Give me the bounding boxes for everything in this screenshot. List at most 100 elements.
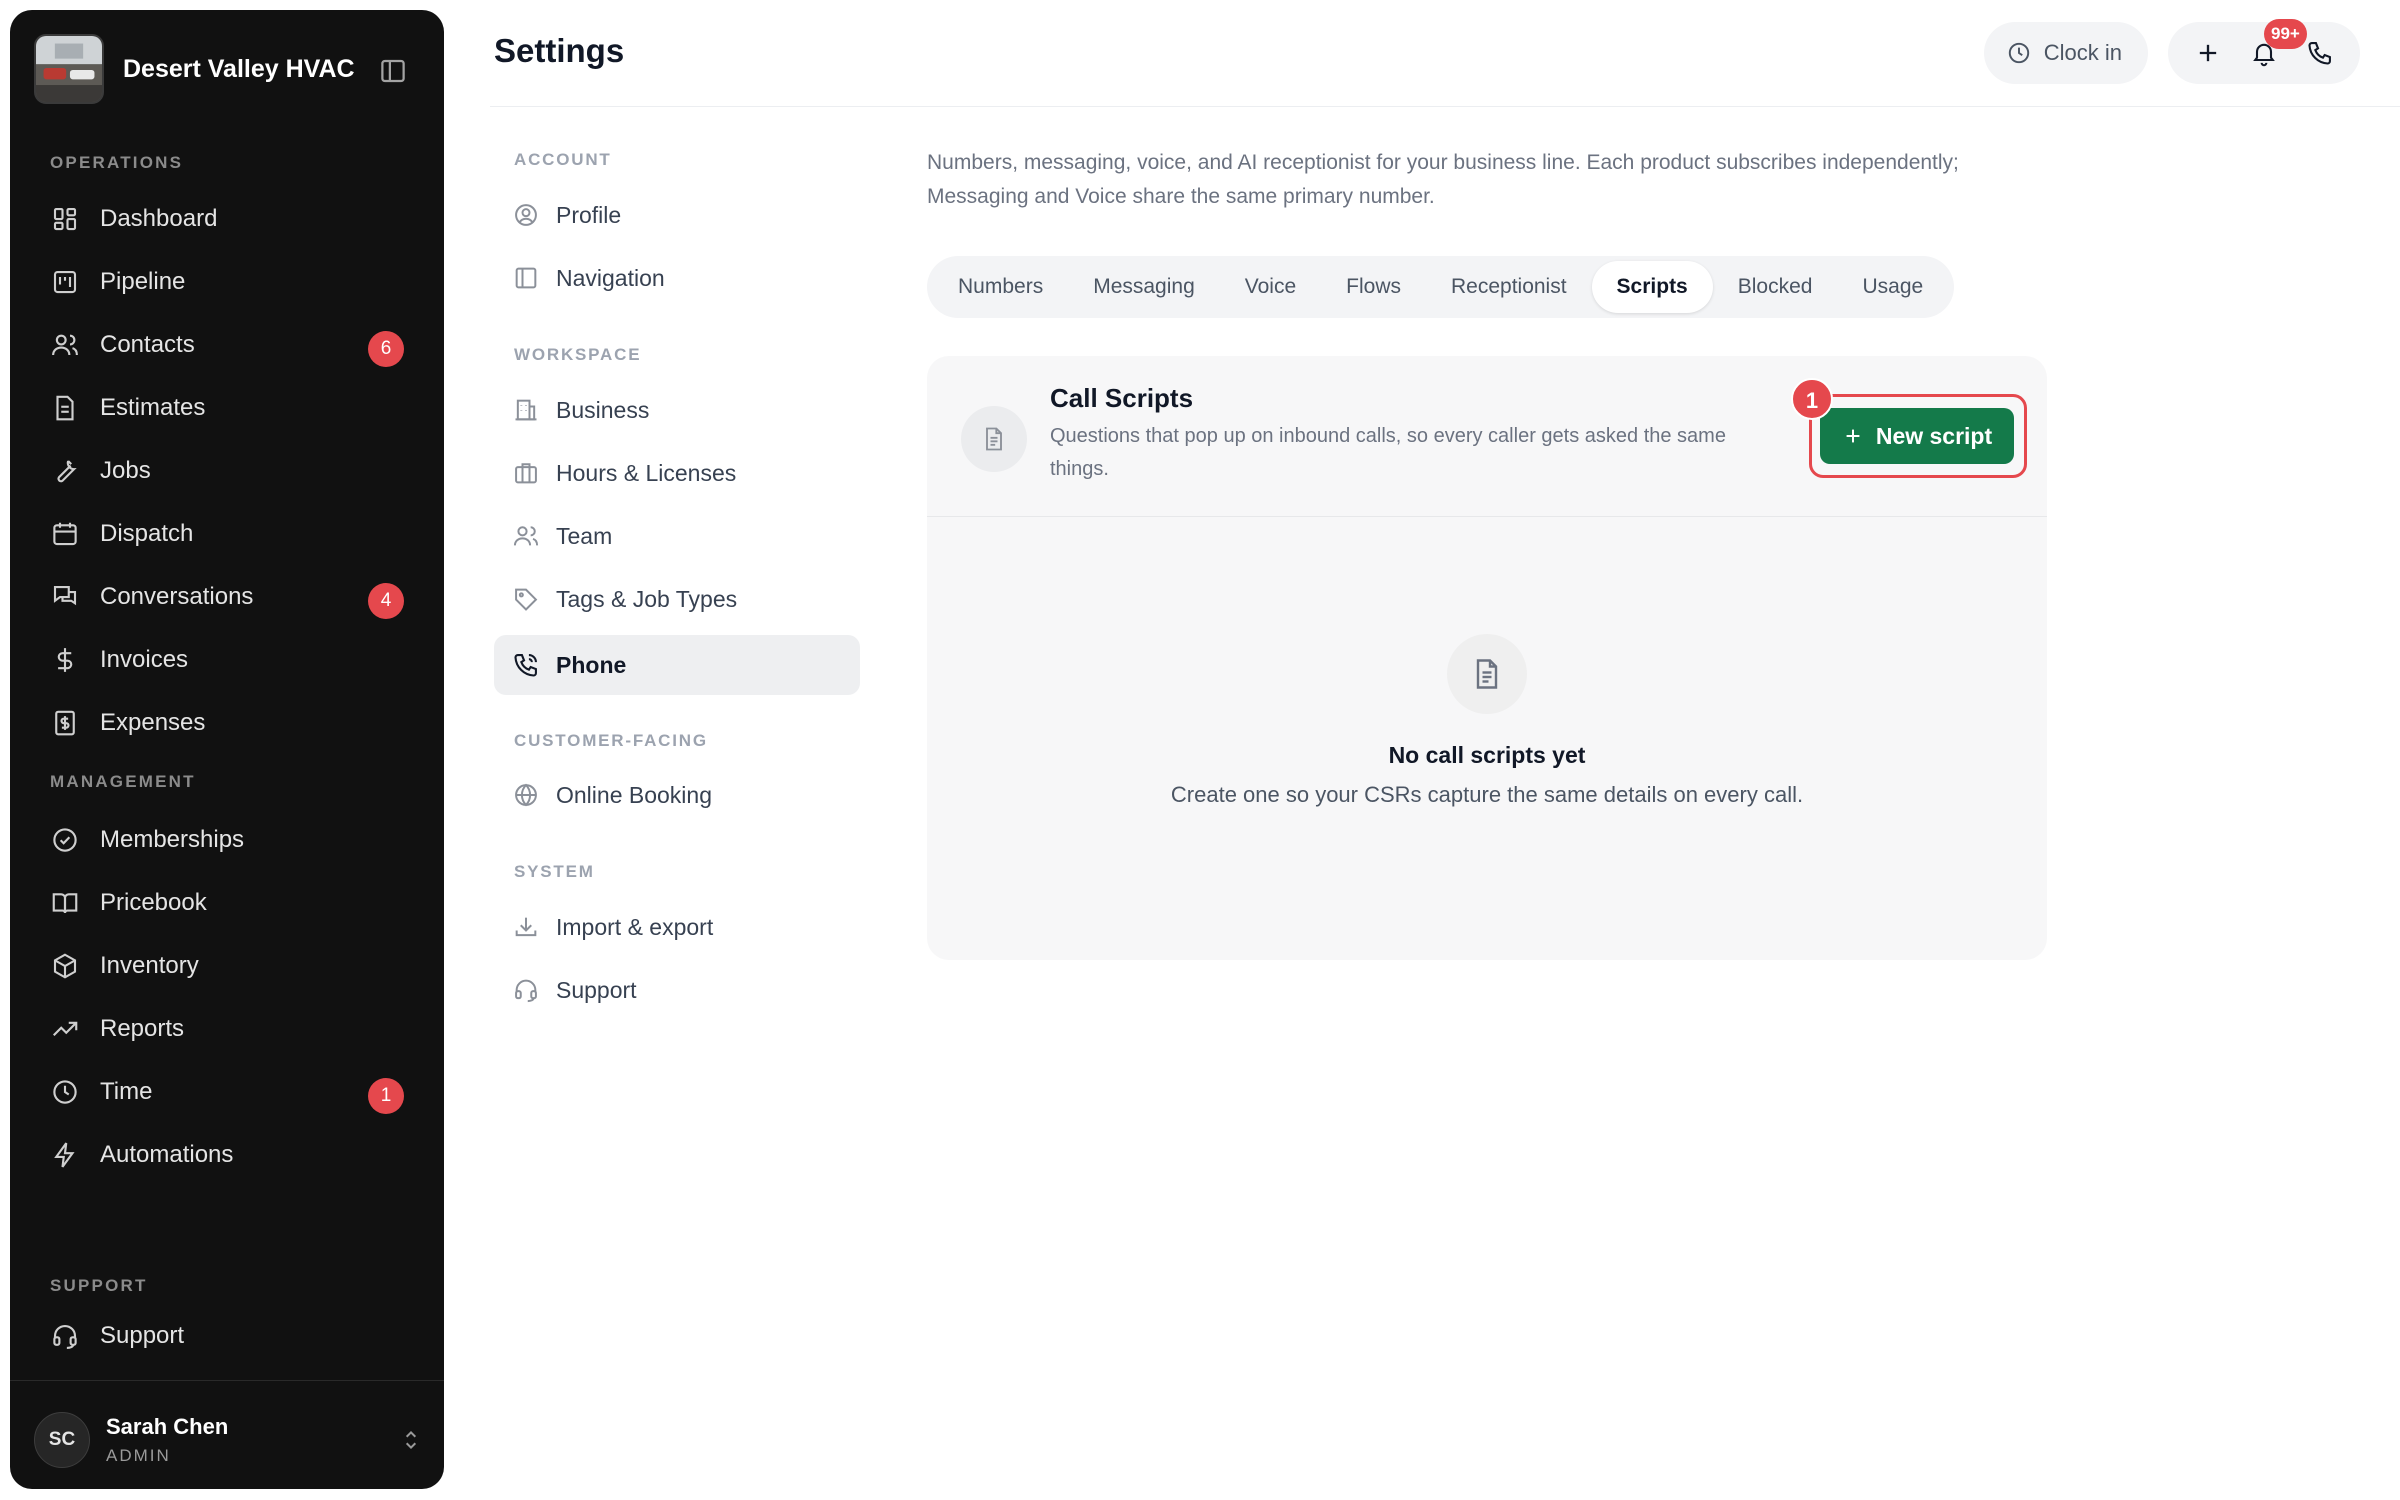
card-title: Call Scripts [1050, 383, 1194, 413]
settings-item-phone[interactable]: Phone [494, 635, 860, 695]
nav-label: Time [100, 1078, 153, 1105]
clock-in-label: Clock in [2043, 40, 2122, 65]
phone-icon [512, 651, 540, 679]
settings-item-tags-job-types[interactable]: Tags & Job Types [494, 569, 860, 629]
nav-item-dispatch[interactable]: Dispatch [40, 507, 420, 561]
clock-icon [2006, 40, 2032, 66]
tab-usage[interactable]: Usage [1837, 261, 1948, 313]
nav-item-dashboard[interactable]: Dashboard [40, 192, 420, 246]
bolt-icon [50, 1140, 80, 1170]
nav-item-automations[interactable]: Automations [40, 1128, 420, 1182]
nav-label: Dashboard [100, 205, 218, 232]
phone-icon [2306, 39, 2334, 67]
header-divider [490, 106, 2400, 107]
phone-settings-intro: Numbers, messaging, voice, and AI recept… [927, 151, 1959, 208]
nav-label: Conversations [100, 583, 254, 610]
settings-item-label: Support [556, 976, 637, 1003]
chat-icon [50, 582, 80, 612]
conversations-count-badge: 4 [368, 583, 404, 619]
tab-numbers[interactable]: Numbers [933, 261, 1068, 313]
nav-item-pricebook[interactable]: Pricebook [40, 876, 420, 930]
calendar-icon [50, 519, 80, 549]
document-icon [50, 393, 80, 423]
settings-item-navigation[interactable]: Navigation [494, 248, 860, 308]
settings-section-customer-facing: CUSTOMER-FACING [514, 731, 708, 750]
settings-item-business[interactable]: Business [494, 380, 860, 440]
section-label-operations: OPERATIONS [50, 153, 184, 172]
sidebar-toggle-icon[interactable] [378, 56, 408, 86]
tab-voice[interactable]: Voice [1220, 261, 1321, 313]
trend-icon [50, 1014, 80, 1044]
phone-button[interactable] [2292, 25, 2348, 81]
card-description: Questions that pop up on inbound calls, … [1050, 425, 1726, 480]
new-script-label: New script [1875, 422, 1993, 449]
new-script-button[interactable]: New script [1820, 408, 2014, 464]
empty-state-title: No call scripts yet [1388, 742, 1586, 768]
nav-item-invoices[interactable]: Invoices [40, 633, 420, 687]
box-icon [50, 951, 80, 981]
pipeline-icon [50, 267, 80, 297]
nav-item-expenses[interactable]: Expenses [40, 696, 420, 750]
nav-label: Invoices [100, 646, 189, 673]
user-menu[interactable]: SC Sarah Chen ADMIN [34, 1410, 424, 1470]
book-icon [50, 888, 80, 918]
badge-check-icon [50, 825, 80, 855]
nav-item-support[interactable]: Support [40, 1309, 420, 1363]
settings-section-workspace: WORKSPACE [514, 345, 642, 364]
nav-item-contacts[interactable]: Contacts 6 [40, 318, 420, 372]
sidebar-divider [10, 1380, 444, 1381]
empty-state-description: Create one so your CSRs capture the same… [1170, 782, 1804, 807]
settings-item-profile[interactable]: Profile [494, 185, 860, 245]
settings-item-hours-licenses[interactable]: Hours & Licenses [494, 443, 860, 503]
building-icon [512, 396, 540, 424]
plus-icon [2194, 39, 2222, 67]
nav-item-conversations[interactable]: Conversations 4 [40, 570, 420, 624]
time-count-badge: 1 [368, 1078, 404, 1114]
settings-item-label: Hours & Licenses [556, 459, 737, 486]
avatar: SC [34, 1412, 90, 1468]
tab-flows[interactable]: Flows [1321, 261, 1426, 313]
settings-item-label: Tags & Job Types [556, 585, 738, 612]
settings-item-team[interactable]: Team [494, 506, 860, 566]
users-icon [512, 522, 540, 550]
settings-item-support[interactable]: Support [494, 960, 860, 1020]
nav-item-memberships[interactable]: Memberships [40, 813, 420, 867]
nav-label: Dispatch [100, 520, 194, 547]
settings-section-system: SYSTEM [514, 862, 595, 881]
settings-item-label: Team [556, 522, 613, 549]
clock-in-button[interactable]: Clock in [1983, 22, 2148, 84]
chevron-up-down-icon[interactable] [398, 1426, 424, 1454]
brand[interactable]: Desert Valley HVAC [34, 34, 420, 104]
nav-label: Reports [100, 1015, 185, 1042]
settings-item-label: Navigation [556, 264, 665, 291]
settings-item-label: Import & export [556, 913, 714, 940]
settings-item-label: Online Booking [556, 781, 712, 808]
settings-item-label: Profile [556, 201, 622, 228]
nav-item-estimates[interactable]: Estimates [40, 381, 420, 435]
app-sidebar: Desert Valley HVAC OPERATIONS Dashboard … [10, 10, 444, 1489]
contacts-count-badge: 6 [368, 331, 404, 367]
nav-item-time[interactable]: Time 1 [40, 1065, 420, 1119]
nav-label: Inventory [100, 952, 199, 979]
download-icon [512, 913, 540, 941]
notifications-button[interactable]: 99+ [2236, 19, 2307, 81]
clock-icon [50, 1077, 80, 1107]
nav-item-jobs[interactable]: Jobs [40, 444, 420, 498]
nav-label: Expenses [100, 709, 206, 736]
tab-blocked[interactable]: Blocked [1713, 261, 1838, 313]
tab-messaging[interactable]: Messaging [1068, 261, 1220, 313]
phone-tabs: Numbers Messaging Voice Flows Receptioni… [927, 256, 1955, 318]
nav-item-pipeline[interactable]: Pipeline [40, 255, 420, 309]
add-button[interactable] [2180, 25, 2236, 81]
settings-item-import-export[interactable]: Import & export [494, 897, 860, 957]
nav-label: Estimates [100, 394, 206, 421]
nav-label: Automations [100, 1141, 234, 1168]
nav-item-inventory[interactable]: Inventory [40, 939, 420, 993]
call-scripts-card: Call Scripts Questions that pop up on in… [927, 356, 2047, 960]
tab-receptionist[interactable]: Receptionist [1426, 261, 1592, 313]
tab-scripts[interactable]: Scripts [1591, 261, 1713, 313]
nav-item-reports[interactable]: Reports [40, 1002, 420, 1056]
settings-item-online-booking[interactable]: Online Booking [494, 765, 860, 825]
section-label-management: MANAGEMENT [50, 772, 196, 791]
step-marker-badge: 1 [1791, 378, 1833, 420]
